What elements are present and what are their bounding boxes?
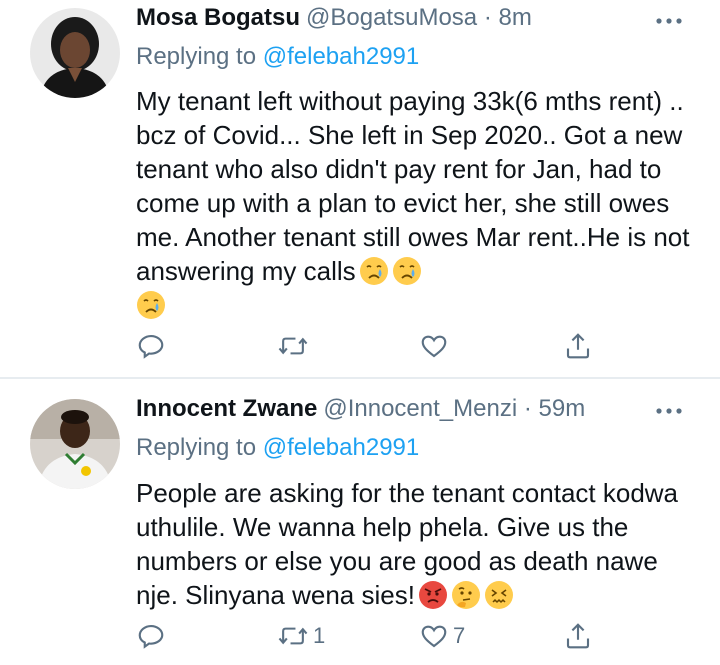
mention-link[interactable]: @felebah2991 bbox=[263, 434, 420, 461]
tweet-innocent-zwane[interactable]: Innocent Zwane @Innocent_Menzi · 59m Repl… bbox=[0, 379, 720, 665]
tweet-actions bbox=[0, 328, 720, 368]
share-icon bbox=[563, 331, 593, 361]
thinking-face-icon bbox=[451, 580, 481, 610]
reply-icon bbox=[136, 621, 166, 651]
like-icon bbox=[419, 621, 449, 651]
confounded-face-icon bbox=[484, 580, 514, 610]
share-button[interactable] bbox=[563, 618, 593, 654]
share-icon bbox=[563, 621, 593, 651]
more-icon[interactable] bbox=[654, 404, 684, 416]
tweet-actions: 1 7 bbox=[0, 618, 720, 658]
like-count: 7 bbox=[453, 623, 466, 648]
reply-icon bbox=[136, 331, 166, 361]
crying-face-icon bbox=[392, 256, 422, 286]
replying-prefix: Replying to bbox=[136, 434, 257, 461]
like-icon bbox=[419, 331, 449, 361]
separator: · bbox=[483, 4, 492, 31]
crying-face-icon bbox=[359, 256, 389, 286]
avatar[interactable] bbox=[30, 399, 120, 489]
retweet-button[interactable] bbox=[277, 328, 313, 364]
user-handle[interactable]: @BogatsuMosa bbox=[306, 4, 477, 31]
tweet-text: My tenant left without paying 33k(6 mths… bbox=[136, 84, 696, 322]
tweet-header: Mosa Bogatsu @BogatsuMosa · 8m bbox=[136, 3, 532, 33]
user-handle[interactable]: @Innocent_Menzi bbox=[323, 395, 517, 422]
reply-button[interactable] bbox=[136, 618, 166, 654]
reply-button[interactable] bbox=[136, 328, 166, 364]
replying-to: Replying to @felebah2991 bbox=[136, 433, 419, 463]
timestamp[interactable]: 59m bbox=[539, 395, 586, 422]
display-name[interactable]: Mosa Bogatsu bbox=[136, 4, 300, 31]
like-button[interactable] bbox=[419, 328, 453, 364]
tweet-mosa-bogatsu[interactable]: Mosa Bogatsu @BogatsuMosa · 8m Replying t… bbox=[0, 0, 720, 378]
more-icon[interactable] bbox=[654, 14, 684, 26]
retweet-count: 1 bbox=[313, 623, 326, 648]
tweet-header: Innocent Zwane @Innocent_Menzi · 59m bbox=[136, 394, 585, 424]
timestamp[interactable]: 8m bbox=[498, 4, 531, 31]
mention-link[interactable]: @felebah2991 bbox=[263, 43, 420, 70]
crying-face-icon bbox=[136, 290, 166, 320]
replying-to: Replying to @felebah2991 bbox=[136, 42, 419, 72]
share-button[interactable] bbox=[563, 328, 593, 364]
separator: · bbox=[523, 395, 532, 422]
retweet-icon bbox=[277, 331, 309, 361]
tweet-text-content: People are asking for the tenant contact… bbox=[136, 478, 679, 610]
retweet-icon bbox=[277, 621, 309, 651]
like-button[interactable]: 7 bbox=[419, 618, 465, 654]
display-name[interactable]: Innocent Zwane bbox=[136, 395, 317, 422]
angry-face-icon bbox=[418, 580, 448, 610]
avatar[interactable] bbox=[30, 8, 120, 98]
tweet-text: People are asking for the tenant contact… bbox=[136, 476, 696, 612]
retweet-button[interactable]: 1 bbox=[277, 618, 325, 654]
replying-prefix: Replying to bbox=[136, 43, 257, 70]
